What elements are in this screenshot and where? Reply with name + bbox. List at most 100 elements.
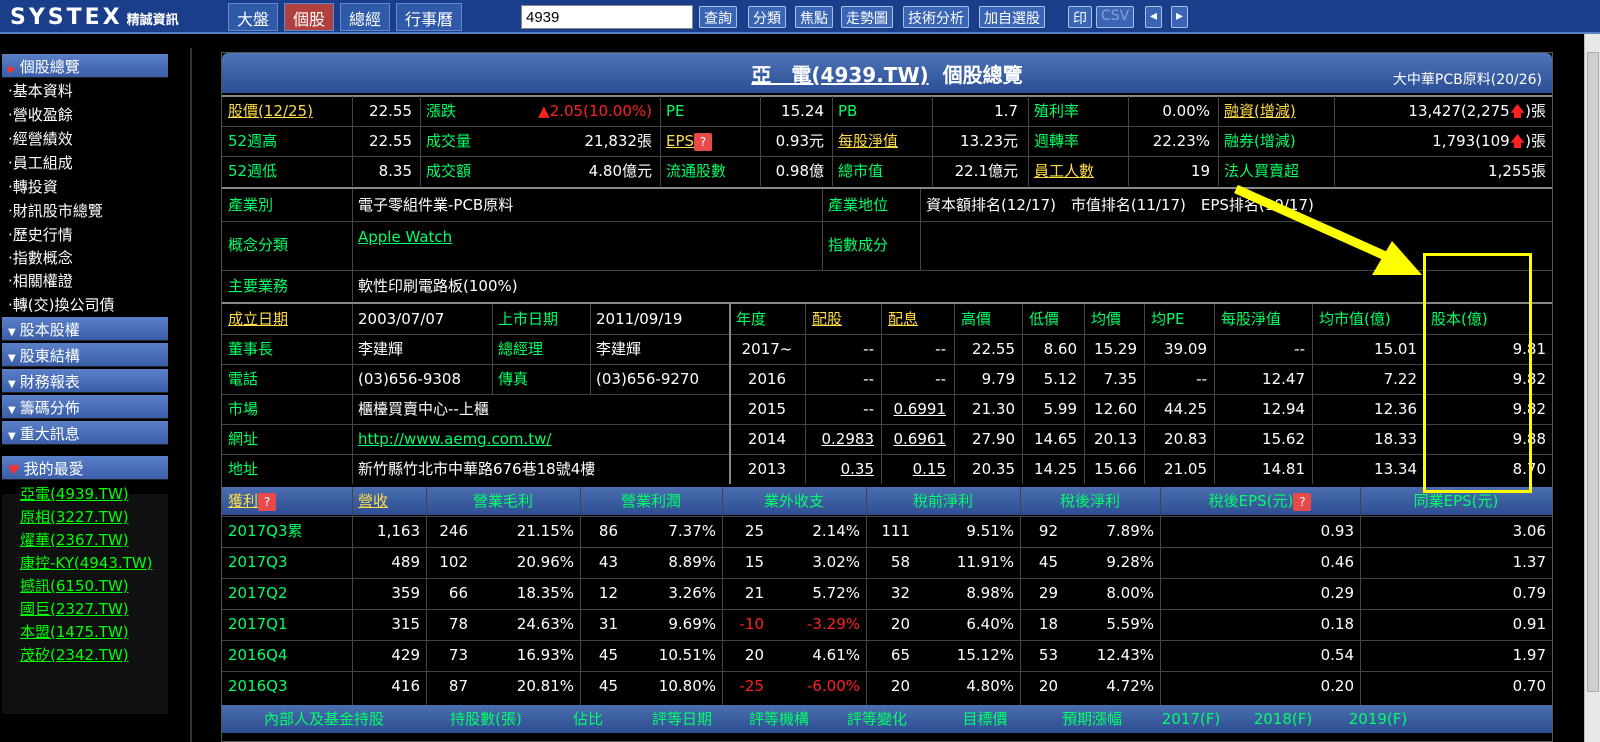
sidebar-item-history[interactable]: ·歷史行情 xyxy=(8,224,73,245)
change-amount: ▲2.05 xyxy=(538,102,584,120)
profit-cell: 8.89% xyxy=(668,553,716,571)
profit-cell: 111 xyxy=(881,522,910,540)
triangle-right-icon: ▶ xyxy=(8,64,16,75)
help-icon[interactable]: ? xyxy=(1293,492,1312,511)
yield-label: 殖利率 xyxy=(1034,102,1080,120)
concept-link[interactable]: Apple Watch xyxy=(352,221,822,253)
tab-economy[interactable]: 總經 xyxy=(340,3,391,31)
favorite-link[interactable]: 原相(3227.TW) xyxy=(20,506,129,527)
margin-unit: 張 xyxy=(1530,102,1546,120)
profit-cell: 8.98% xyxy=(966,584,1014,602)
profit-link[interactable]: 獲利 xyxy=(228,492,258,510)
founded-label[interactable]: 成立日期 xyxy=(222,304,352,334)
sidebar-item-performance[interactable]: ·經營績效 xyxy=(8,128,73,149)
address-value: 新竹縣竹北市中華路676巷18號4樓 xyxy=(358,460,596,478)
query-button[interactable]: 查詢 xyxy=(699,6,737,28)
profit-cell: 12.43% xyxy=(1096,646,1154,664)
profit-cell: 8.00% xyxy=(1106,584,1154,602)
yearly-cell[interactable]: 0.6961 xyxy=(882,424,952,454)
profit-cell: 21 xyxy=(744,584,764,602)
sidebar-item-investment[interactable]: ·轉投資 xyxy=(8,176,58,197)
divider xyxy=(1022,304,1023,484)
yearly-cell: 2014 xyxy=(747,430,787,448)
change-value: ▲2.05(10.00%) xyxy=(510,96,658,126)
profit-cell: 4.61% xyxy=(812,646,860,664)
employees-label[interactable]: 員工人數 xyxy=(1028,156,1128,186)
category-button[interactable]: 分類 xyxy=(748,6,786,28)
yearly-cell: 39.09 xyxy=(1164,340,1207,358)
sidebar-section-shareholders[interactable]: ▼ 股東結構 xyxy=(2,343,168,367)
next-button[interactable]: ▸ xyxy=(1171,6,1189,28)
profit-cell: 5.59% xyxy=(1106,615,1154,633)
nav-label[interactable]: 每股淨值 xyxy=(832,126,932,156)
yearly-cell: 21.05 xyxy=(1164,460,1207,478)
trend-chart-button[interactable]: 走勢圖 xyxy=(841,6,893,28)
tab-market[interactable]: 大盤 xyxy=(228,3,279,31)
prev-button[interactable]: ◂ xyxy=(1145,6,1163,28)
profit-cell: 92 xyxy=(1038,522,1058,540)
vertical-scrollbar[interactable] xyxy=(1584,34,1600,742)
low-header: 低價 xyxy=(1029,310,1060,328)
systex-logo[interactable]: SYSTEX 精誠資訊 xyxy=(10,5,179,30)
favorite-link[interactable]: 本盟(1475.TW) xyxy=(20,621,129,642)
favorite-link[interactable]: 茂矽(2342.TW) xyxy=(20,644,129,665)
profit-cell: 0.79 xyxy=(1512,584,1546,602)
sidebar-section-news[interactable]: ▼ 重大訊息 xyxy=(2,421,168,445)
website-link[interactable]: http://www.aemg.com.tw/ xyxy=(352,424,728,454)
favorite-link[interactable]: 燿華(2367.TW) xyxy=(20,529,129,550)
print-button[interactable]: 印 xyxy=(1068,6,1092,28)
sidebar-overview-header[interactable]: ▶ 個股總覽 xyxy=(2,54,168,78)
csv-button[interactable]: CSV xyxy=(1096,6,1135,28)
price-label[interactable]: 股價(12/25) xyxy=(222,96,352,126)
favorite-link[interactable]: 康控-KY(4943.TW) xyxy=(20,552,153,573)
stock-dividend-header[interactable]: 配股 xyxy=(806,304,880,334)
sidebar-section-chips[interactable]: ▼ 籌碼分佈 xyxy=(2,395,168,419)
help-icon[interactable]: ? xyxy=(694,132,713,151)
sidebar-favorites-header[interactable]: ♥ 我的最愛 xyxy=(2,456,168,480)
help-icon[interactable]: ? xyxy=(258,492,277,511)
sidebar-item-index-concept[interactable]: ·指數概念 xyxy=(8,247,73,268)
profit-cell: 0.93 xyxy=(1320,522,1354,540)
sidebar-item-convertible[interactable]: ·轉(交)換公司債 xyxy=(8,294,114,315)
profit-cell: 78 xyxy=(448,615,468,633)
sidebar-section-financials[interactable]: ▼ 財務報表 xyxy=(2,369,168,393)
favorite-link[interactable]: 國巨(2327.TW) xyxy=(20,598,129,619)
sidebar-section-equity[interactable]: ▼ 股本股權 xyxy=(2,317,168,341)
margin-label[interactable]: 融資(增減) xyxy=(1218,96,1338,126)
section-label: 股本股權 xyxy=(19,321,80,339)
profit-period: 2016Q4 xyxy=(228,646,288,664)
yearly-cell: 12.36 xyxy=(1374,400,1417,418)
fax-value: (03)656-9270 xyxy=(596,370,700,388)
sidebar-item-market-overview[interactable]: ·財訊股市總覽 xyxy=(8,200,103,221)
scrollbar-thumb[interactable] xyxy=(1587,52,1599,692)
sidebar-item-revenue[interactable]: ·營收盈餘 xyxy=(8,104,73,125)
yearly-cell[interactable]: 0.15 xyxy=(882,454,952,484)
sidebar-item-employees[interactable]: ·員工組成 xyxy=(8,152,73,173)
profit-cell: 11.91% xyxy=(956,553,1014,571)
yearly-cell[interactable]: 0.2983 xyxy=(806,424,880,454)
yearly-cell[interactable]: 0.35 xyxy=(806,454,880,484)
technical-analysis-button[interactable]: 技術分析 xyxy=(903,6,969,28)
revenue-header[interactable]: 營收 xyxy=(352,486,426,516)
stock-code-input[interactable] xyxy=(521,5,693,29)
short-amount: 1,793(109 xyxy=(1432,132,1510,150)
volume-label: 成交量 xyxy=(426,132,472,150)
tab-calendar[interactable]: 行事曆 xyxy=(396,3,463,31)
triangle-down-icon: ▼ xyxy=(8,327,16,338)
add-watchlist-button[interactable]: 加自選股 xyxy=(979,6,1045,28)
favorite-link[interactable]: 撼訊(6150.TW) xyxy=(20,575,129,596)
stock-name-link[interactable]: 亞 電(4939.TW) xyxy=(751,63,928,87)
favorite-link[interactable]: 亞電(4939.TW) xyxy=(20,483,129,504)
cash-dividend-header[interactable]: 配息 xyxy=(882,304,952,334)
sidebar-item-warrants[interactable]: ·相關權證 xyxy=(8,270,73,291)
yearly-cell: 15.62 xyxy=(1262,430,1305,448)
profit-cell: 0.20 xyxy=(1320,677,1354,695)
sidebar-item-basic[interactable]: ·基本資料 xyxy=(8,80,73,101)
divider xyxy=(222,671,1552,672)
yearly-cell[interactable]: 0.6991 xyxy=(882,394,952,424)
eps-link[interactable]: EPS xyxy=(666,132,694,150)
yearly-cell: 14.25 xyxy=(1034,460,1077,478)
focus-button[interactable]: 焦點 xyxy=(795,6,833,28)
profit-cell: 18.35% xyxy=(516,584,574,602)
tab-stock[interactable]: 個股 xyxy=(284,3,335,31)
